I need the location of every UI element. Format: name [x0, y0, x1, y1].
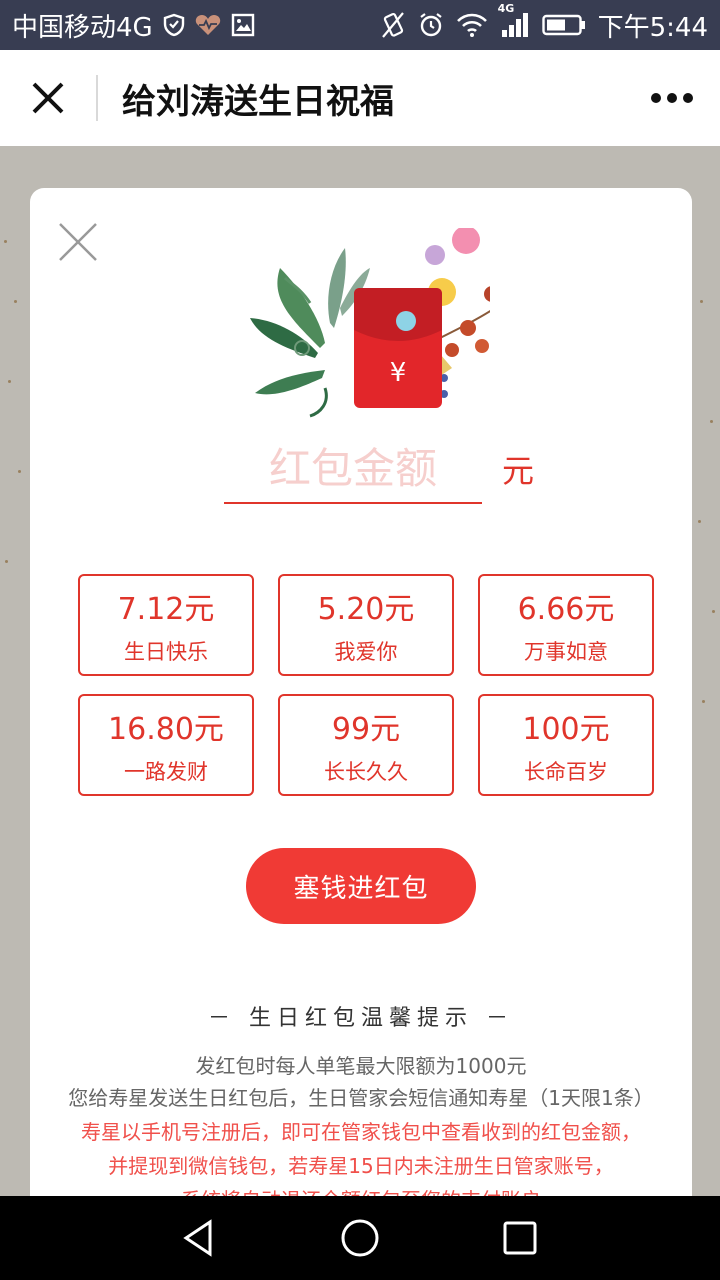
- wifi-icon: [456, 13, 488, 37]
- amount-unit-label: 元: [502, 452, 535, 490]
- back-triangle-icon: [183, 1219, 212, 1257]
- back-button[interactable]: [160, 1198, 240, 1278]
- preset-amount-grid: 7.12元 生日快乐 5.20元 我爱你 6.66元 万事如意 16.80元 一…: [78, 574, 654, 796]
- clock-time: 下午5:44: [597, 12, 708, 43]
- home-button[interactable]: [320, 1198, 400, 1278]
- stuff-money-button[interactable]: 塞钱进红包: [246, 848, 476, 924]
- preset-amount: 7.12元: [117, 592, 215, 627]
- preset-option[interactable]: 16.80元 一路发财: [78, 694, 254, 796]
- close-icon: [59, 223, 97, 261]
- preset-option[interactable]: 6.66元 万事如意: [478, 574, 654, 676]
- close-page-button[interactable]: [0, 50, 96, 146]
- recents-button[interactable]: [480, 1198, 560, 1278]
- preset-amount: 16.80元: [108, 712, 224, 747]
- preset-amount: 6.66元: [517, 592, 615, 627]
- alarm-icon: [418, 12, 444, 38]
- close-icon: [32, 82, 64, 114]
- preset-option[interactable]: 5.20元 我爱你: [278, 574, 454, 676]
- close-dialog-button[interactable]: [56, 220, 100, 264]
- battery-icon: [541, 13, 586, 37]
- preset-wish: 我爱你: [334, 640, 398, 664]
- preset-option[interactable]: 99元 长长久久: [278, 694, 454, 796]
- preset-wish: 长长久久: [324, 760, 408, 784]
- preset-wish: 一路发财: [124, 760, 208, 784]
- vpn-shield-icon: [163, 13, 185, 37]
- signal-4g-icon: 4G: [498, 2, 530, 38]
- preset-amount: 99元: [331, 712, 401, 747]
- title-bar: 给刘涛送生日祝福: [0, 50, 720, 146]
- network-type-label: 4G: [497, 2, 515, 15]
- tips-title: － 生日红包温馨提示 －: [208, 1006, 514, 1031]
- leaf-decoration: [250, 248, 370, 418]
- more-dots-icon: [651, 93, 693, 103]
- svg-text:¥: ¥: [390, 358, 407, 388]
- system-nav-bar: [0, 1196, 720, 1280]
- preset-wish: 长命百岁: [524, 760, 608, 784]
- preset-wish: 生日快乐: [124, 640, 208, 664]
- purple-dot: [425, 245, 445, 265]
- tip-line-highlight: 并提现到微信钱包，若寿星15日内未注册生日管家账号，: [108, 1154, 614, 1178]
- page-title: 给刘涛送生日祝福: [122, 81, 394, 122]
- red-envelope-icon: ¥: [354, 288, 442, 408]
- more-menu-button[interactable]: [624, 50, 720, 146]
- carrier-label: 中国移动4G: [12, 12, 153, 43]
- preset-option[interactable]: 100元 长命百岁: [478, 694, 654, 796]
- gallery-icon: [231, 13, 255, 37]
- preset-wish: 万事如意: [524, 640, 608, 664]
- health-heart-icon: [195, 14, 221, 36]
- recents-square-icon: [503, 1221, 537, 1255]
- amount-input[interactable]: [224, 434, 482, 504]
- red-envelope-illustration: ¥: [250, 228, 490, 418]
- amount-field-row: 元: [224, 434, 544, 510]
- vibrate-icon: [380, 11, 406, 39]
- home-circle-icon: [341, 1219, 379, 1257]
- preset-amount: 5.20元: [317, 592, 415, 627]
- tip-line: 您给寿星发送生日红包后，生日管家会短信通知寿星（1天限1条）: [68, 1086, 654, 1110]
- preset-amount: 100元: [522, 712, 610, 747]
- pink-dot: [452, 228, 480, 254]
- red-packet-dialog: ¥ 元 7.12元 生日快乐 5.20元 我爱你 6.66元 万事如意 16.8…: [30, 188, 692, 1218]
- status-bar: 中国移动4G 4G 下午5:44: [0, 0, 720, 50]
- tip-line: 发红包时每人单笔最大限额为1000元: [195, 1054, 527, 1078]
- title-divider: [96, 75, 98, 121]
- preset-option[interactable]: 7.12元 生日快乐: [78, 574, 254, 676]
- tip-line-highlight: 寿星以手机号注册后，即可在管家钱包中查看收到的红包金额，: [81, 1120, 641, 1144]
